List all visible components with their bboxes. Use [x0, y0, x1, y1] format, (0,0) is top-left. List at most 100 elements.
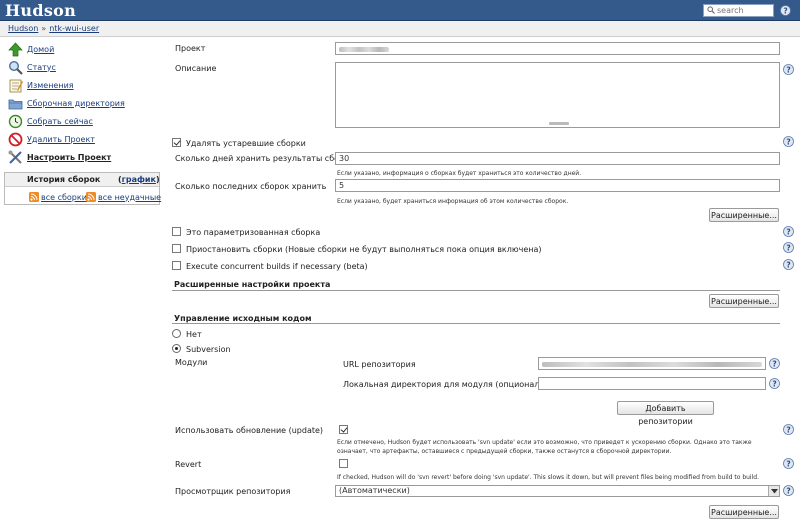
trend-link-wrapper: (график) [118, 175, 160, 184]
breadcrumb-separator: » [41, 24, 47, 33]
sidebar-item-workspace[interactable]: Сборочная директория [8, 95, 125, 111]
concurrent-builds-label: Execute concurrent builds if necessary (… [186, 262, 368, 271]
redacted-repository-url [542, 362, 762, 367]
advanced-scm-button[interactable]: Расширенные... [709, 505, 779, 519]
num-to-keep-label: Сколько последних сборок хранить [175, 182, 327, 191]
sidebar-item-changes[interactable]: Изменения [8, 77, 74, 93]
help-icon[interactable]: ? [780, 5, 791, 16]
advanced-button[interactable]: Расширенные... [709, 208, 779, 222]
scm-subversion-label: Subversion [186, 345, 231, 354]
build-history-header: История сборок (график) [5, 173, 160, 187]
help-icon[interactable]: ? [783, 226, 794, 237]
concurrent-builds-checkbox[interactable] [172, 261, 181, 270]
paren-close: ) [155, 175, 160, 184]
sidebar-item-home[interactable]: Домой [8, 41, 54, 57]
svg-text:?: ? [786, 486, 790, 495]
sidebar-item-label[interactable]: Настроить Проект [27, 153, 111, 162]
help-icon[interactable]: ? [783, 458, 794, 469]
parameterized-checkbox[interactable] [172, 227, 181, 236]
advanced-project-options-button[interactable]: Расширенные... [709, 294, 779, 308]
sidebar-item-label[interactable]: Изменения [27, 81, 74, 90]
repository-browser-label: Просмотрщик репозитория [175, 487, 291, 496]
repository-url-input[interactable] [538, 357, 766, 370]
svg-text:?: ? [786, 137, 790, 146]
svg-text:?: ? [786, 227, 790, 236]
sidebar-item-label[interactable]: Собрать сейчас [27, 117, 93, 126]
help-icon[interactable]: ? [769, 358, 780, 369]
scm-none-label: Нет [186, 330, 202, 339]
use-update-note: Если отмечено, Hudson будет использовать… [337, 439, 752, 455]
section-divider [172, 290, 780, 291]
num-to-keep-input[interactable]: 5 [335, 179, 780, 192]
trend-link[interactable]: график [122, 175, 156, 184]
svg-text:?: ? [772, 379, 776, 388]
help-icon[interactable]: ? [783, 485, 794, 496]
search-input[interactable] [717, 5, 773, 16]
wrench-screwdriver-icon [8, 150, 22, 164]
help-icon[interactable]: ? [769, 378, 780, 389]
revert-note: If checked, Hudson will do 'svn revert' … [337, 474, 759, 481]
repository-browser-select[interactable]: (Автоматически) [335, 485, 780, 497]
help-icon[interactable]: ? [783, 64, 794, 75]
sidebar-item-label[interactable]: Домой [27, 45, 54, 54]
breadcrumb-job-link[interactable]: ntk-wui-user [49, 24, 99, 33]
search-icon [707, 6, 715, 14]
svg-text:?: ? [786, 459, 790, 468]
notepad-icon [9, 79, 23, 92]
num-to-keep-note: Если указано, будет храниться информация… [337, 198, 569, 205]
days-to-keep-input[interactable]: 30 [335, 152, 780, 165]
svg-text:?: ? [772, 359, 776, 368]
repository-url-label: URL репозитория [343, 360, 416, 369]
revert-checkbox[interactable] [339, 459, 348, 468]
sidebar-item-label[interactable]: Удалить Проект [27, 135, 95, 144]
breadcrumb-home-link[interactable]: Hudson [8, 24, 38, 33]
rss-feed-icon [29, 192, 39, 202]
discard-old-checkbox[interactable] [172, 138, 181, 147]
textarea-resize-handle[interactable] [549, 122, 569, 125]
feed-failed-builds[interactable]: все неудачные [86, 192, 161, 202]
sidebar-item-configure[interactable]: Настроить Проект [8, 149, 111, 165]
svg-text:?: ? [786, 65, 790, 74]
revert-label: Revert [175, 460, 202, 469]
disable-builds-checkbox[interactable] [172, 244, 181, 253]
svg-text:?: ? [786, 260, 790, 269]
svg-text:?: ? [783, 6, 787, 15]
build-history-title: История сборок [27, 175, 101, 184]
failed-builds-link[interactable]: все неудачные [98, 193, 161, 202]
redacted-project-name [339, 47, 389, 52]
sidebar-item-label[interactable]: Статус [27, 63, 56, 72]
local-module-dir-label: Локальная директория для модуля (опциона… [343, 380, 558, 389]
scm-subversion-radio[interactable] [172, 344, 181, 353]
scm-none-radio[interactable] [172, 329, 181, 338]
search-box[interactable] [703, 4, 774, 17]
dropdown-arrow-button[interactable] [768, 486, 779, 496]
sidebar-item-delete-project[interactable]: Удалить Проект [8, 131, 95, 147]
svg-text:?: ? [786, 425, 790, 434]
svg-text:?: ? [786, 243, 790, 252]
breadcrumb: Hudson» ntk-wui-user [0, 21, 800, 37]
description-label: Описание [175, 64, 217, 73]
days-to-keep-note: Если указано, информация о сборках будет… [337, 170, 582, 177]
help-icon[interactable]: ? [783, 424, 794, 435]
repository-browser-value: (Автоматически) [339, 486, 410, 495]
all-builds-link[interactable]: все сборки [41, 193, 87, 202]
sidebar-item-status[interactable]: Статус [8, 59, 56, 75]
local-module-dir-input[interactable] [538, 377, 766, 390]
advanced-options-section-title: Расширенные настройки проекта [174, 280, 331, 289]
project-name-input[interactable] [335, 42, 780, 55]
add-repository-button[interactable]: Добавить репозитории [617, 401, 714, 426]
scm-section-title: Управление исходным кодом [174, 314, 312, 323]
help-icon[interactable]: ? [783, 259, 794, 270]
use-update-checkbox[interactable] [339, 425, 348, 434]
modules-label: Модули [175, 358, 208, 367]
magnifier-icon [8, 60, 23, 75]
folder-icon [8, 99, 23, 109]
sidebar-item-label[interactable]: Сборочная директория [27, 99, 125, 108]
help-icon[interactable]: ? [783, 136, 794, 147]
sidebar-item-build-now[interactable]: Собрать сейчас [8, 113, 93, 129]
description-textarea[interactable] [335, 62, 780, 128]
top-header-bar: Hudson ? [0, 0, 800, 21]
hudson-logo[interactable]: Hudson [5, 0, 76, 21]
feed-all-builds[interactable]: все сборки [29, 192, 87, 202]
help-icon[interactable]: ? [783, 242, 794, 253]
